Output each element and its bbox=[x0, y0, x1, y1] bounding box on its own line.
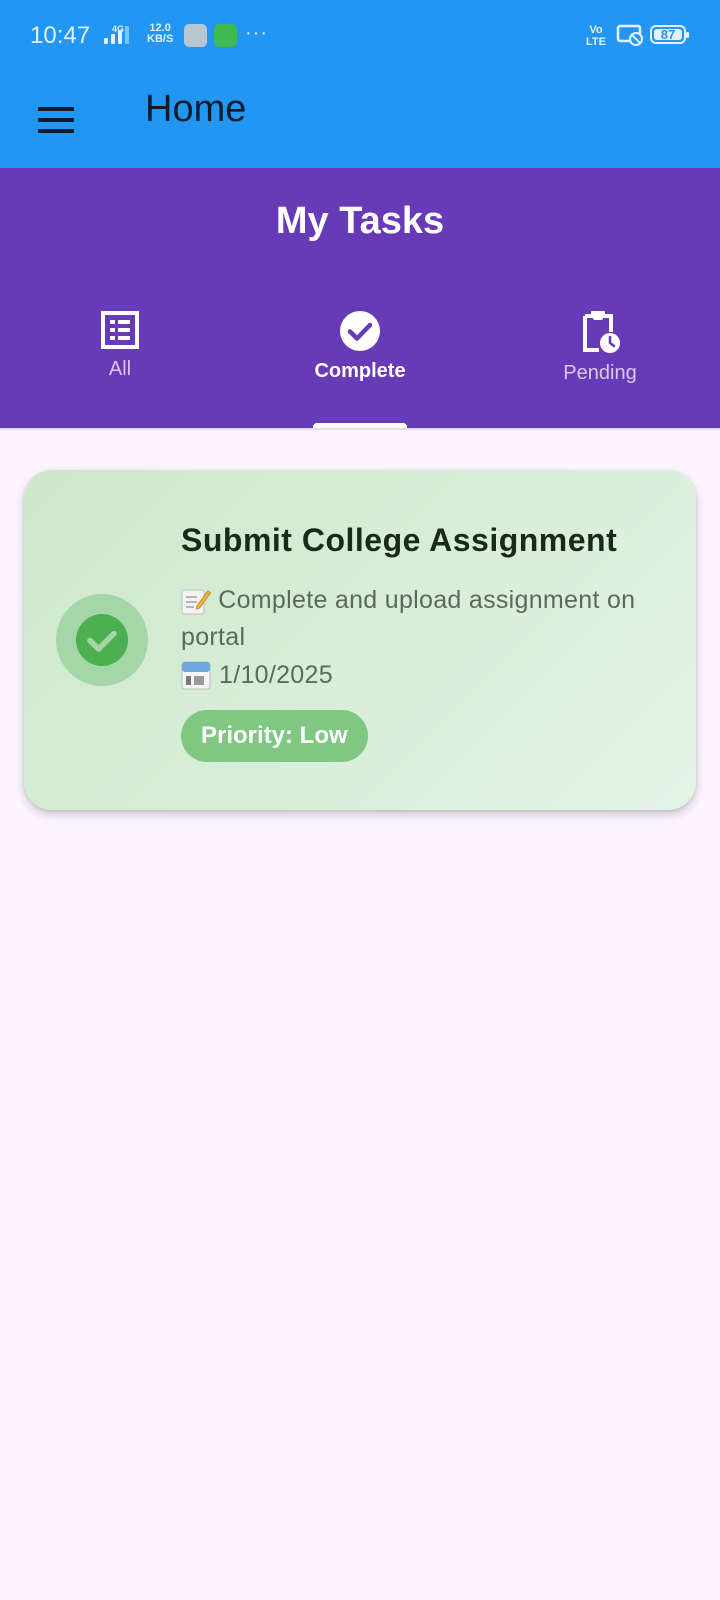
page-title: Home bbox=[145, 88, 247, 130]
status-time: 10:47 bbox=[30, 22, 91, 49]
tab-complete[interactable]: Complete bbox=[240, 310, 480, 420]
check-circle-icon bbox=[87, 630, 117, 652]
tab-all[interactable]: All bbox=[0, 310, 240, 420]
battery-level: 87 bbox=[660, 27, 676, 42]
layers-app-icon bbox=[184, 24, 207, 47]
signal-icon: 4G bbox=[104, 24, 129, 44]
network-type-label: 4G bbox=[112, 24, 125, 34]
task-description: Complete and upload assignment on portal bbox=[181, 582, 671, 656]
task-title: Submit College Assignment bbox=[181, 522, 618, 558]
network-speed-unit: KB/S bbox=[147, 33, 174, 45]
more-notifications-icon: ··· bbox=[245, 22, 268, 44]
network-speed: 12.0 KB/S bbox=[147, 23, 173, 45]
list-icon bbox=[101, 311, 139, 349]
tasks-title: My Tasks bbox=[275, 200, 445, 242]
volte-icon: Vo LTE bbox=[586, 24, 606, 48]
calendar-icon bbox=[181, 661, 211, 690]
tab-all-label: All bbox=[108, 358, 132, 380]
check-circle-icon bbox=[340, 311, 380, 351]
tab-complete-label: Complete bbox=[314, 360, 406, 382]
tab-pending[interactable]: Pending bbox=[480, 310, 720, 420]
tab-pending-label: Pending bbox=[563, 362, 637, 384]
task-status-badge bbox=[56, 594, 148, 686]
status-bar: 10:47 4G 12.0 KB/S ··· Vo LTE 87 bbox=[0, 0, 720, 72]
task-date-text: 1/10/2025 bbox=[219, 660, 333, 689]
task-date: 1/10/2025 bbox=[181, 660, 333, 690]
task-description-text: Complete and upload assignment on portal bbox=[181, 586, 636, 651]
battery-icon: 87 bbox=[650, 25, 689, 44]
task-card[interactable]: Submit College Assignment Complete and u… bbox=[24, 470, 696, 810]
hamburger-menu-icon[interactable] bbox=[28, 92, 84, 148]
clipboard-clock-icon bbox=[583, 311, 620, 353]
green-app-icon bbox=[214, 24, 237, 47]
cast-off-icon bbox=[616, 24, 643, 46]
priority-badge: Priority: Low bbox=[181, 710, 368, 762]
header-divider bbox=[0, 428, 720, 430]
app-bar bbox=[0, 72, 720, 168]
memo-icon bbox=[181, 589, 211, 615]
